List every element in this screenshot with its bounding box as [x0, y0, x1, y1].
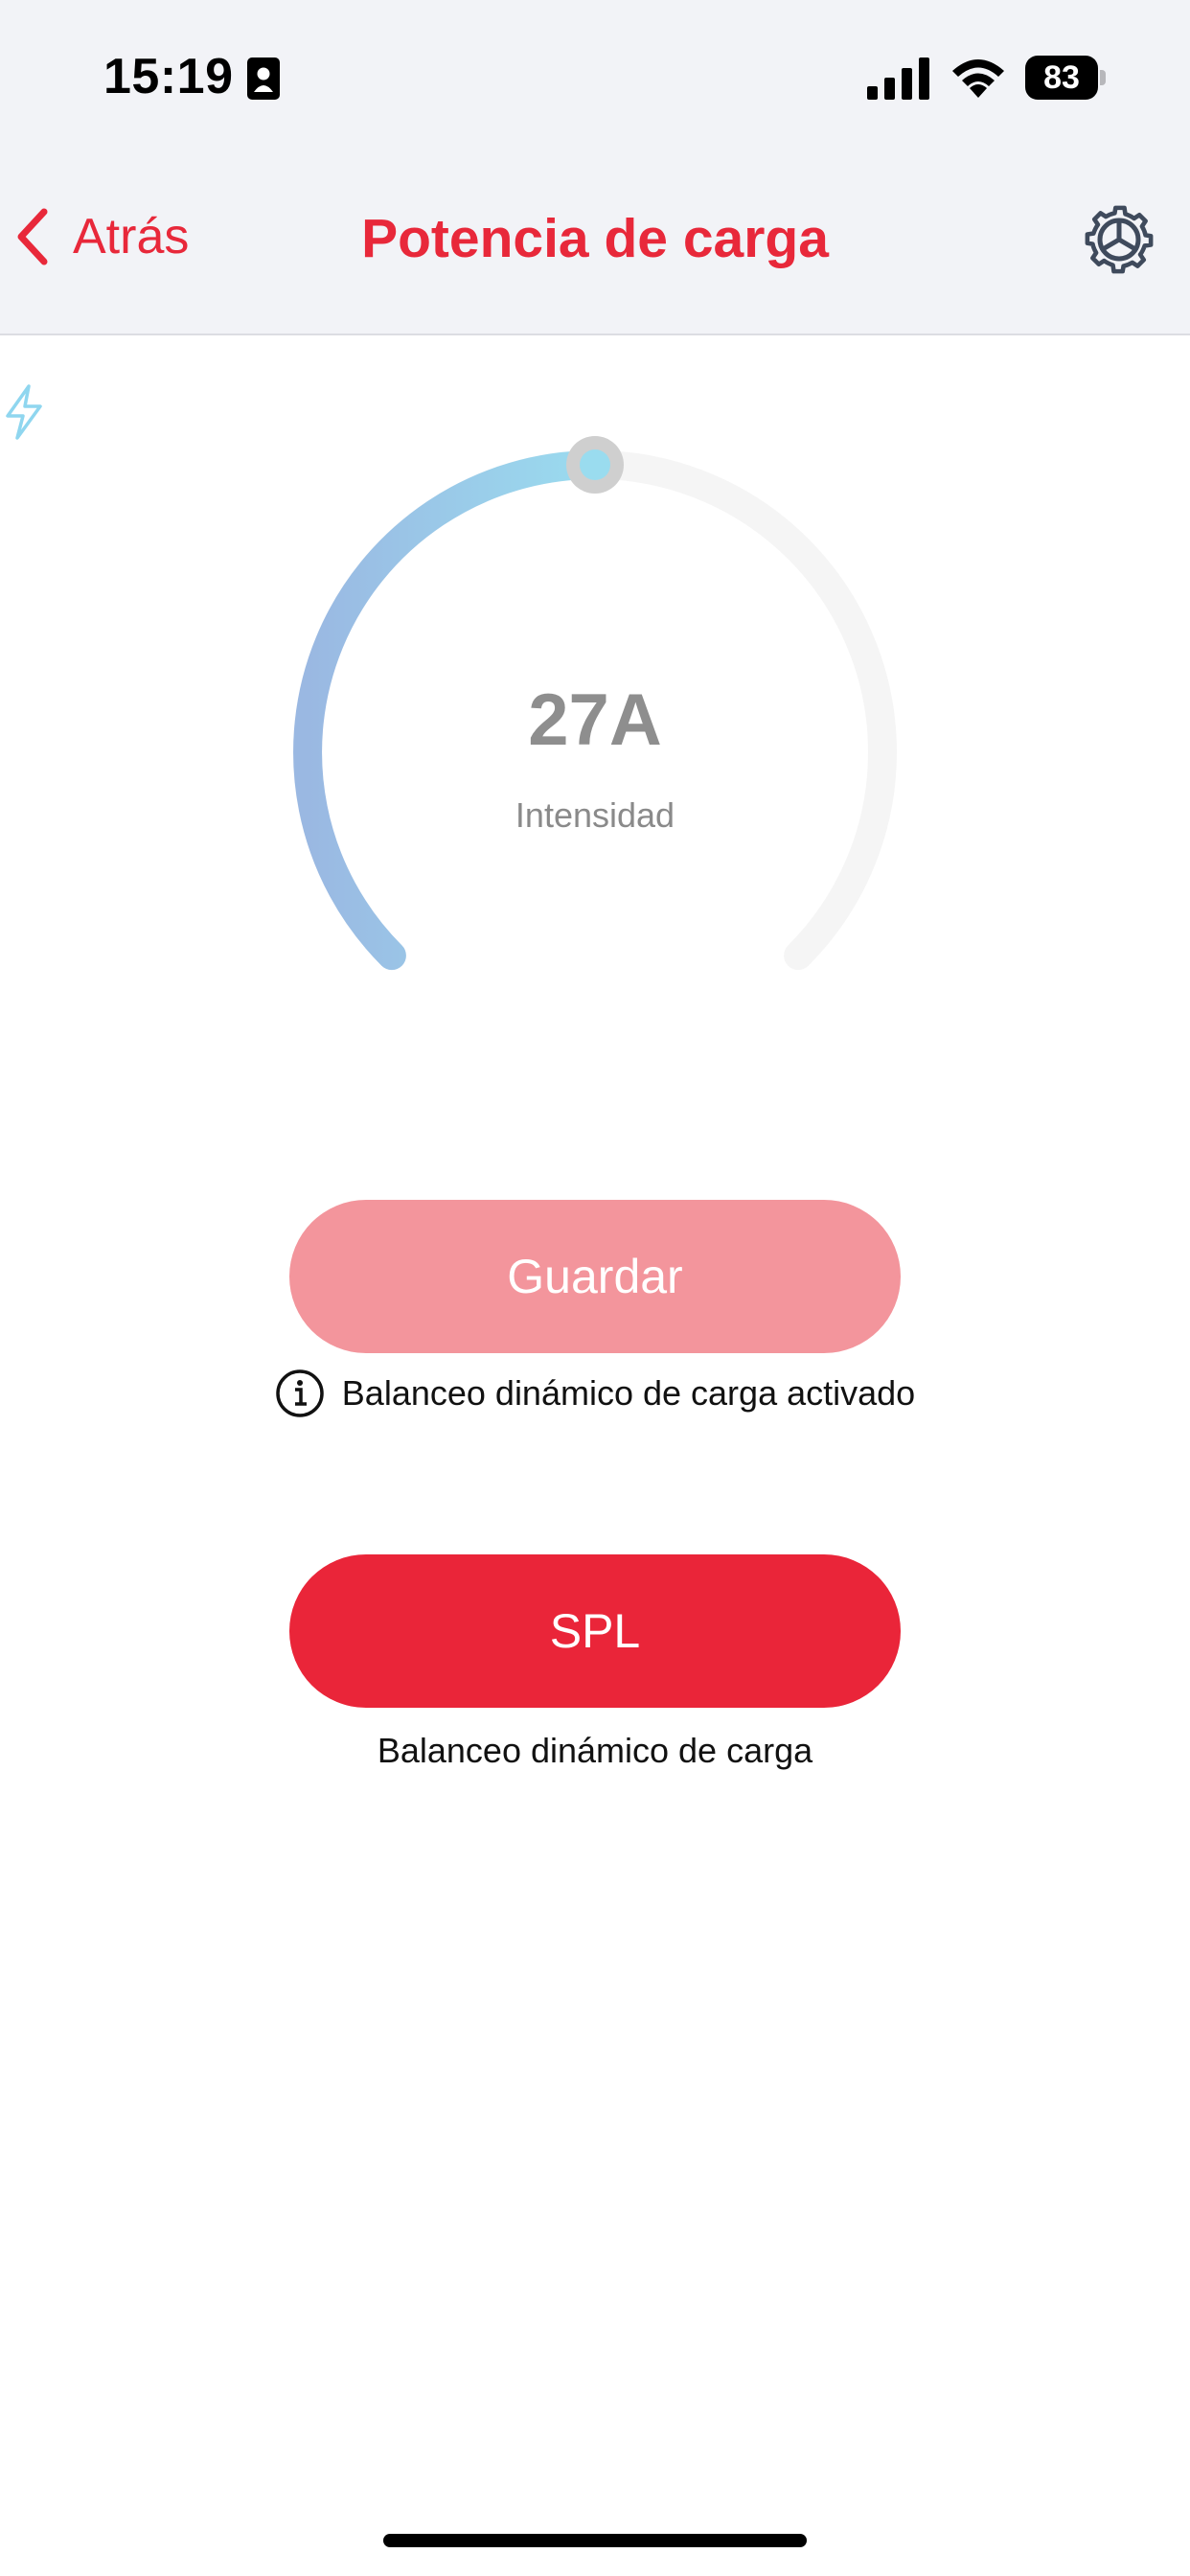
- battery-level: 83: [1043, 59, 1080, 96]
- status-time: 15:19: [103, 49, 234, 104]
- gear-icon[interactable]: [1083, 203, 1156, 276]
- page-title: Potencia de carga: [361, 208, 829, 269]
- cellular-signal-icon: [867, 58, 929, 100]
- header-area: 15:19 83 Atrás Potencia de carga: [0, 0, 1190, 335]
- info-icon: [276, 1369, 324, 1417]
- info-text: Balanceo dinámico de carga activado: [341, 1373, 916, 1413]
- lightning-bolt-icon: [6, 384, 42, 440]
- spl-caption: Balanceo dinámico de carga: [377, 1731, 813, 1770]
- home-indicator[interactable]: [383, 2534, 807, 2547]
- gauge-value: 27A: [528, 679, 662, 761]
- save-button[interactable]: Guardar: [289, 1200, 901, 1353]
- intensity-gauge[interactable]: 27A Intensidad: [0, 383, 1190, 1054]
- battery-icon: 83: [1025, 56, 1106, 100]
- gauge-label: Intensidad: [515, 795, 675, 835]
- dynamic-balancing-status: Balanceo dinámico de carga activado: [0, 1368, 1190, 1418]
- gauge-handle-center: [580, 449, 610, 480]
- contact-card-icon: [247, 58, 280, 100]
- spl-button[interactable]: SPL: [289, 1554, 901, 1708]
- wifi-icon: [952, 59, 1004, 98]
